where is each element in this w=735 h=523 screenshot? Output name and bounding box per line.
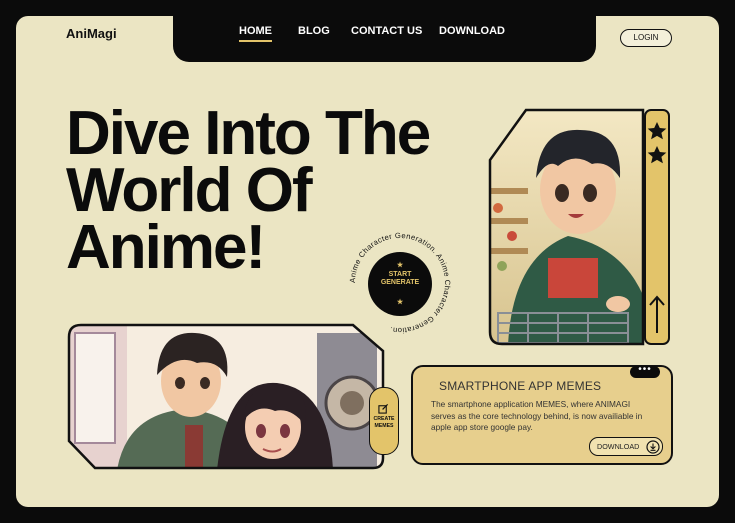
star-icon: ★ xyxy=(396,262,404,269)
nav-blog[interactable]: BLOG xyxy=(298,25,330,37)
logo[interactable]: AniMagi xyxy=(66,26,117,41)
login-button[interactable]: LOGIN xyxy=(620,29,672,47)
anime-couple-image xyxy=(67,323,385,470)
edit-icon xyxy=(378,403,389,414)
download-icon xyxy=(646,439,660,454)
memes-card-title: SMARTPHONE APP MEMES xyxy=(439,379,602,393)
more-options-icon[interactable]: ••• xyxy=(630,365,660,378)
nav-bar xyxy=(173,16,596,62)
download-button[interactable]: DOWNLOAD xyxy=(589,437,663,456)
create-memes-button[interactable]: CREATE MEMES xyxy=(369,387,399,455)
create-label: CREATE xyxy=(373,416,395,422)
nav-home[interactable]: HOME xyxy=(239,25,272,42)
page-frame: AniMagi HOME BLOG CONTACT US DOWNLOAD LO… xyxy=(16,16,719,507)
memes-card-body: The smartphone application MEMES, where … xyxy=(431,399,643,432)
nav-download[interactable]: DOWNLOAD xyxy=(439,25,505,37)
start-label: START xyxy=(388,271,412,278)
generate-label: GENERATE xyxy=(380,279,420,286)
star-icon: ★ xyxy=(396,299,404,306)
smartphone-app-memes-card: ••• SMARTPHONE APP MEMES The smartphone … xyxy=(411,365,673,465)
memes-label: MEMES xyxy=(374,422,394,429)
download-label: DOWNLOAD xyxy=(597,442,640,451)
nav-contact-us[interactable]: CONTACT US xyxy=(351,25,422,37)
start-generate-button[interactable]: ★ START GENERATE ★ xyxy=(368,252,432,316)
headline-line-2: World Of xyxy=(66,156,313,225)
headline-line-1: Dive Into The xyxy=(66,99,431,168)
anime-boy-shopping-image xyxy=(488,108,670,346)
